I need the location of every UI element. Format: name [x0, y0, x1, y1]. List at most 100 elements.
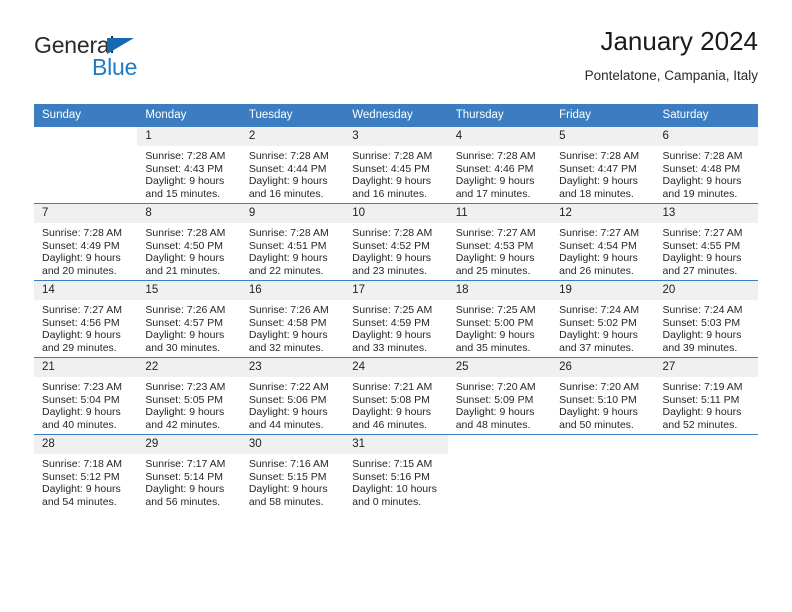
sun-times-detail: Sunrise: 7:28 AM Sunset: 4:45 PM Dayligh… [352, 150, 433, 200]
day-number: 1 [137, 127, 241, 146]
sun-times-detail: Sunrise: 7:27 AM Sunset: 4:55 PM Dayligh… [662, 227, 743, 277]
day-number: 5 [551, 127, 655, 146]
calendar-day-cell[interactable]: 13 Sunrise: 7:27 AM Sunset: 4:55 PM Dayli… [654, 203, 758, 281]
calendar-day-cell[interactable]: 22 Sunrise: 7:23 AM Sunset: 5:05 PM Dayli… [137, 357, 241, 435]
sun-times-detail: Sunrise: 7:27 AM Sunset: 4:54 PM Dayligh… [559, 227, 640, 277]
calendar-table: Sunday Monday Tuesday Wednesday Thursday Frid… [34, 104, 758, 511]
weekday-header-tuesday: Tuesday [240, 104, 345, 127]
sun-times-detail: Sunrise: 7:19 AM Sunset: 5:11 PM Dayligh… [662, 381, 743, 431]
calendar-week-row: 1 Sunrise: 7:28 AM Sunset: 4:43 PM Daylig… [34, 126, 758, 204]
calendar-day-cell[interactable]: 30 Sunrise: 7:16 AM Sunset: 5:15 PM Dayli… [240, 434, 345, 511]
calendar-day-cell[interactable]: 15 Sunrise: 7:26 AM Sunset: 4:57 PM Dayli… [137, 280, 241, 358]
calendar-cell-inner [654, 435, 758, 511]
calendar-day-cell[interactable]: 29 Sunrise: 7:17 AM Sunset: 5:14 PM Dayli… [137, 434, 241, 511]
calendar-day-cell[interactable]: 4 Sunrise: 7:28 AM Sunset: 4:46 PM Daylig… [447, 126, 552, 204]
day-number: 24 [344, 358, 448, 377]
page-title: January 2024 [600, 26, 758, 56]
day-number: 2 [240, 127, 345, 146]
triangle-icon [107, 38, 134, 54]
calendar-day-cell[interactable]: 24 Sunrise: 7:21 AM Sunset: 5:08 PM Dayli… [344, 357, 448, 435]
calendar-day-cell[interactable]: 6 Sunrise: 7:28 AM Sunset: 4:48 PM Daylig… [654, 126, 758, 204]
calendar-cell-inner: 15 Sunrise: 7:26 AM Sunset: 4:57 PM Dayli… [137, 281, 241, 357]
weekday-header-saturday: Saturday [654, 104, 758, 127]
calendar-cell-inner [447, 435, 552, 511]
calendar-day-cell[interactable]: 26 Sunrise: 7:20 AM Sunset: 5:10 PM Dayli… [551, 357, 655, 435]
day-number: 12 [551, 204, 655, 223]
sun-times-detail: Sunrise: 7:28 AM Sunset: 4:44 PM Dayligh… [248, 150, 329, 200]
day-number: 31 [344, 435, 448, 454]
sun-times-detail: Sunrise: 7:24 AM Sunset: 5:03 PM Dayligh… [662, 304, 743, 354]
calendar-day-cell[interactable]: 20 Sunrise: 7:24 AM Sunset: 5:03 PM Dayli… [654, 280, 758, 358]
day-number: 3 [344, 127, 448, 146]
calendar-day-cell[interactable]: 18 Sunrise: 7:25 AM Sunset: 5:00 PM Dayli… [447, 280, 552, 358]
calendar-day-cell[interactable]: 2 Sunrise: 7:28 AM Sunset: 4:44 PM Daylig… [240, 126, 345, 204]
calendar-day-cell[interactable]: 3 Sunrise: 7:28 AM Sunset: 4:45 PM Daylig… [344, 126, 448, 204]
sun-times-detail [448, 454, 551, 458]
calendar-day-cell[interactable]: 16 Sunrise: 7:26 AM Sunset: 4:58 PM Dayli… [240, 280, 345, 358]
day-number: 26 [551, 358, 655, 377]
calendar-cell-inner: 4 Sunrise: 7:28 AM Sunset: 4:46 PM Daylig… [447, 127, 552, 203]
weekday-header-sunday: Sunday [34, 104, 138, 127]
calendar-page: General Blue January 2024 Pontelatone, C… [0, 0, 792, 612]
sun-times-detail: Sunrise: 7:24 AM Sunset: 5:02 PM Dayligh… [559, 304, 640, 354]
day-number: 10 [344, 204, 448, 223]
calendar-cell-inner: 1 Sunrise: 7:28 AM Sunset: 4:43 PM Daylig… [137, 127, 241, 203]
weekday-header: Sunday Monday Tuesday Wednesday Thursday Frid… [34, 104, 758, 127]
sun-times-detail: Sunrise: 7:28 AM Sunset: 4:47 PM Dayligh… [559, 150, 640, 200]
day-number: 19 [551, 281, 655, 300]
calendar-cell-inner: 6 Sunrise: 7:28 AM Sunset: 4:48 PM Daylig… [654, 127, 758, 203]
weekday-header-friday: Friday [551, 104, 655, 127]
calendar-day-cell[interactable]: 25 Sunrise: 7:20 AM Sunset: 5:09 PM Dayli… [447, 357, 552, 435]
calendar-day-cell[interactable]: 9 Sunrise: 7:28 AM Sunset: 4:51 PM Daylig… [240, 203, 345, 281]
calendar-cell-empty [654, 434, 758, 511]
calendar-cell-inner: 26 Sunrise: 7:20 AM Sunset: 5:10 PM Dayli… [551, 358, 655, 434]
sun-times-detail: Sunrise: 7:23 AM Sunset: 5:05 PM Dayligh… [145, 381, 226, 431]
sun-times-detail: Sunrise: 7:28 AM Sunset: 4:50 PM Dayligh… [145, 227, 226, 277]
calendar-cell-inner: 19 Sunrise: 7:24 AM Sunset: 5:02 PM Dayli… [551, 281, 655, 357]
calendar-day-cell[interactable]: 28 Sunrise: 7:18 AM Sunset: 5:12 PM Dayli… [34, 434, 138, 511]
calendar-cell-inner: 18 Sunrise: 7:25 AM Sunset: 5:00 PM Dayli… [447, 281, 552, 357]
calendar-week-row: 7 Sunrise: 7:28 AM Sunset: 4:49 PM Daylig… [34, 203, 758, 281]
day-number: 25 [447, 358, 552, 377]
sun-times-detail: Sunrise: 7:28 AM Sunset: 4:51 PM Dayligh… [248, 227, 329, 277]
calendar-day-cell[interactable]: 1 Sunrise: 7:28 AM Sunset: 4:43 PM Daylig… [137, 126, 241, 204]
calendar-day-cell[interactable]: 10 Sunrise: 7:28 AM Sunset: 4:52 PM Dayli… [344, 203, 448, 281]
sun-times-detail: Sunrise: 7:27 AM Sunset: 4:56 PM Dayligh… [42, 304, 122, 354]
day-number: 27 [654, 358, 758, 377]
day-number [654, 435, 758, 454]
weekday-header-wednesday: Wednesday [344, 104, 448, 127]
calendar-day-cell[interactable]: 17 Sunrise: 7:25 AM Sunset: 4:59 PM Dayli… [344, 280, 448, 358]
calendar-cell-inner [34, 127, 138, 203]
sun-times-detail: Sunrise: 7:18 AM Sunset: 5:12 PM Dayligh… [42, 458, 122, 508]
calendar-cell-inner: 23 Sunrise: 7:22 AM Sunset: 5:06 PM Dayli… [240, 358, 345, 434]
calendar-day-cell[interactable]: 5 Sunrise: 7:28 AM Sunset: 4:47 PM Daylig… [551, 126, 655, 204]
calendar-cell-inner: 10 Sunrise: 7:28 AM Sunset: 4:52 PM Dayli… [344, 204, 448, 280]
sun-times-detail: Sunrise: 7:25 AM Sunset: 4:59 PM Dayligh… [352, 304, 433, 354]
calendar-cell-inner: 29 Sunrise: 7:17 AM Sunset: 5:14 PM Dayli… [137, 435, 241, 511]
calendar-cell-inner: 17 Sunrise: 7:25 AM Sunset: 4:59 PM Dayli… [344, 281, 448, 357]
calendar-cell-empty [551, 434, 655, 511]
calendar-day-cell[interactable]: 14 Sunrise: 7:27 AM Sunset: 4:56 PM Dayli… [34, 280, 138, 358]
day-number: 21 [34, 358, 138, 377]
calendar-day-cell[interactable]: 27 Sunrise: 7:19 AM Sunset: 5:11 PM Dayli… [654, 357, 758, 435]
calendar-day-cell[interactable]: 21 Sunrise: 7:23 AM Sunset: 5:04 PM Dayli… [34, 357, 138, 435]
calendar-day-cell[interactable]: 23 Sunrise: 7:22 AM Sunset: 5:06 PM Dayli… [240, 357, 345, 435]
calendar-cell-inner: 28 Sunrise: 7:18 AM Sunset: 5:12 PM Dayli… [34, 435, 138, 511]
day-number [34, 127, 138, 146]
day-number: 23 [240, 358, 345, 377]
calendar-day-cell[interactable]: 7 Sunrise: 7:28 AM Sunset: 4:49 PM Daylig… [34, 203, 138, 281]
sun-times-detail: Sunrise: 7:28 AM Sunset: 4:52 PM Dayligh… [352, 227, 433, 277]
calendar-day-cell[interactable]: 19 Sunrise: 7:24 AM Sunset: 5:02 PM Dayli… [551, 280, 655, 358]
weekday-header-monday: Monday [137, 104, 241, 127]
calendar-cell-inner: 5 Sunrise: 7:28 AM Sunset: 4:47 PM Daylig… [551, 127, 655, 203]
calendar-day-cell[interactable]: 12 Sunrise: 7:27 AM Sunset: 4:54 PM Dayli… [551, 203, 655, 281]
calendar-cell-inner: 13 Sunrise: 7:27 AM Sunset: 4:55 PM Dayli… [654, 204, 758, 280]
calendar-day-cell[interactable]: 11 Sunrise: 7:27 AM Sunset: 4:53 PM Dayli… [447, 203, 552, 281]
day-number: 22 [137, 358, 241, 377]
general-blue-logo[interactable]: General Blue [34, 32, 154, 86]
calendar-day-cell[interactable]: 8 Sunrise: 7:28 AM Sunset: 4:50 PM Daylig… [137, 203, 241, 281]
calendar-cell-inner: 12 Sunrise: 7:27 AM Sunset: 4:54 PM Dayli… [551, 204, 655, 280]
day-number: 30 [240, 435, 345, 454]
page-subtitle: Pontelatone, Campania, Italy [584, 68, 758, 83]
calendar-day-cell[interactable]: 31 Sunrise: 7:15 AM Sunset: 5:16 PM Dayli… [344, 434, 448, 511]
